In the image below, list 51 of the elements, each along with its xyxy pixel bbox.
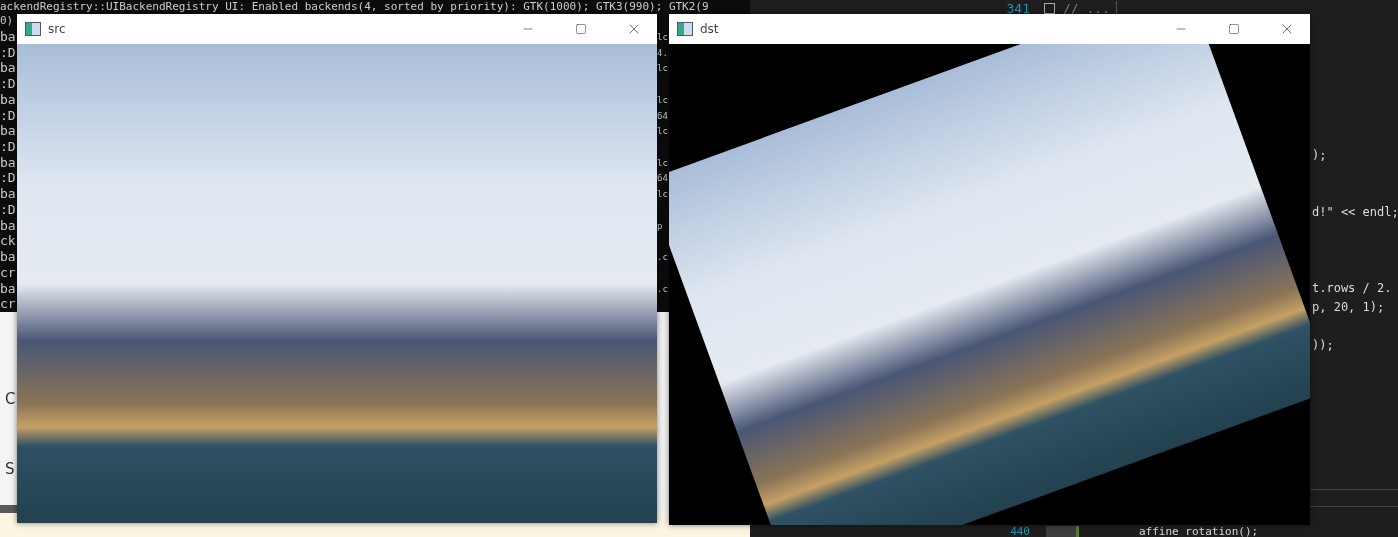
console-text: ba — [0, 280, 16, 297]
maximize-icon — [575, 23, 587, 35]
console-text: 4. — [657, 46, 668, 60]
console-text: .c — [657, 251, 668, 265]
code-line: p, 20, 1); — [1312, 299, 1386, 316]
console-text: cr — [0, 296, 16, 313]
console-text: ba — [0, 249, 16, 266]
code-line: )); — [1312, 337, 1335, 354]
app-icon — [677, 22, 693, 36]
console-text: p — [657, 219, 663, 233]
console-text: ba — [0, 186, 16, 203]
panel-text: C — [5, 390, 17, 410]
change-marker — [1046, 526, 1079, 537]
console-text: :D — [0, 107, 16, 124]
line-number: 440 — [1009, 526, 1031, 537]
line-number: 341 — [1005, 0, 1031, 16]
maximize-icon — [1228, 23, 1240, 35]
console-text: lc — [657, 188, 668, 202]
console-text: .c — [657, 282, 668, 296]
expand-icon[interactable] — [1044, 2, 1055, 14]
window-title: src — [48, 22, 67, 36]
code-line: ); — [1312, 147, 1328, 164]
console-text: lc — [657, 93, 668, 107]
console-text: cr — [0, 264, 16, 281]
console-text: ba — [0, 217, 16, 234]
console-text: 64 — [657, 109, 668, 123]
console-text: ba — [0, 154, 16, 171]
console-text: ba — [0, 60, 16, 77]
scrollbar[interactable] — [0, 505, 17, 513]
console-text: lc — [657, 62, 668, 76]
console-text: lc — [657, 156, 668, 170]
console-text: ba — [0, 29, 16, 45]
console-text: :D — [0, 170, 16, 187]
app-icon — [25, 22, 41, 36]
panel-text: S — [5, 460, 16, 480]
console-text: ba — [0, 123, 16, 140]
console-text: lc — [657, 125, 668, 139]
console-text: :D — [0, 76, 16, 93]
code-line: d!" << endl; — [1312, 204, 1398, 221]
window-title: dst — [700, 22, 720, 36]
code-line: t.rows / 2. — [1312, 280, 1393, 297]
console-text: :D — [0, 44, 16, 61]
console-text: 64 — [657, 172, 668, 186]
code-line: affine_rotation(); — [1139, 526, 1259, 537]
console-text: ackendRegistry::UIBackendRegistry UI: Enabled backends(4, sorted by priority): GTK(1000); GTK3(990); GTK2(9 — [0, 0, 709, 13]
console-text: :D — [0, 201, 16, 218]
console-text: ba — [0, 91, 16, 108]
console-text: 0) — [0, 13, 14, 29]
console-text: ck — [0, 233, 16, 250]
console-text: :D — [0, 139, 16, 156]
console-text: lc — [657, 31, 668, 44]
